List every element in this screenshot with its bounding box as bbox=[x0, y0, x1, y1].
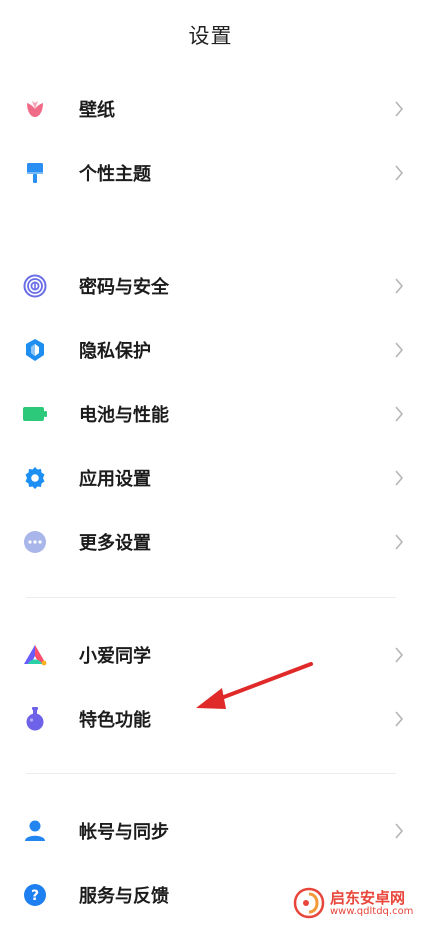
tulip-icon bbox=[22, 96, 48, 122]
chevron-right-icon bbox=[395, 647, 404, 663]
battery-icon bbox=[22, 401, 48, 427]
section-divider bbox=[26, 773, 396, 774]
flask-icon bbox=[22, 706, 48, 732]
settings-item-more[interactable]: 更多设置 bbox=[0, 510, 421, 574]
settings-item-label: 服务与反馈 bbox=[79, 886, 169, 907]
shield-icon bbox=[22, 337, 48, 363]
settings-item-label: 密码与安全 bbox=[79, 277, 169, 298]
watermark: 启东安卓网 www.qdltdq.com bbox=[290, 885, 421, 921]
settings-item-label: 电池与性能 bbox=[79, 405, 169, 426]
xiaoai-icon bbox=[22, 642, 48, 668]
chevron-right-icon bbox=[395, 165, 404, 181]
chevron-right-icon bbox=[395, 470, 404, 486]
settings-item-label: 隐私保护 bbox=[79, 341, 151, 362]
fingerprint-icon bbox=[22, 273, 48, 299]
settings-item-label: 特色功能 bbox=[79, 710, 151, 731]
settings-item-label: 壁纸 bbox=[79, 100, 115, 121]
help-icon: ? bbox=[22, 882, 48, 908]
settings-item-battery[interactable]: 电池与性能 bbox=[0, 382, 421, 446]
watermark-logo-icon bbox=[293, 887, 325, 919]
page-title: 设置 bbox=[188, 24, 233, 48]
chevron-right-icon bbox=[395, 342, 404, 358]
watermark-url: www.qdltdq.com bbox=[330, 906, 414, 917]
section-divider bbox=[26, 597, 396, 598]
more-dots-icon bbox=[22, 529, 48, 555]
chevron-right-icon bbox=[395, 711, 404, 727]
settings-item-password[interactable]: 密码与安全 bbox=[0, 254, 421, 318]
gear-icon bbox=[22, 465, 48, 491]
chevron-right-icon bbox=[395, 406, 404, 422]
settings-item-label: 应用设置 bbox=[79, 469, 151, 490]
svg-text:?: ? bbox=[31, 888, 39, 904]
settings-item-label: 个性主题 bbox=[79, 164, 151, 185]
settings-item-account[interactable]: 帐号与同步 bbox=[0, 799, 421, 863]
settings-item-apps[interactable]: 应用设置 bbox=[0, 446, 421, 510]
chevron-right-icon bbox=[395, 823, 404, 839]
settings-item-label: 更多设置 bbox=[79, 533, 151, 554]
paint-brush-icon bbox=[22, 160, 48, 186]
settings-item-theme[interactable]: 个性主题 bbox=[0, 141, 421, 205]
settings-item-xiaoai[interactable]: 小爱同学 bbox=[0, 623, 421, 687]
settings-item-label: 小爱同学 bbox=[79, 646, 151, 667]
user-icon bbox=[22, 818, 48, 844]
settings-item-wallpaper[interactable]: 壁纸 bbox=[0, 77, 421, 141]
chevron-right-icon bbox=[395, 534, 404, 550]
settings-item-special[interactable]: 特色功能 bbox=[0, 687, 421, 751]
watermark-name: 启东安卓网 bbox=[330, 889, 406, 907]
chevron-right-icon bbox=[395, 278, 404, 294]
settings-item-label: 帐号与同步 bbox=[79, 822, 169, 843]
chevron-right-icon bbox=[395, 101, 404, 117]
settings-item-privacy[interactable]: 隐私保护 bbox=[0, 318, 421, 382]
